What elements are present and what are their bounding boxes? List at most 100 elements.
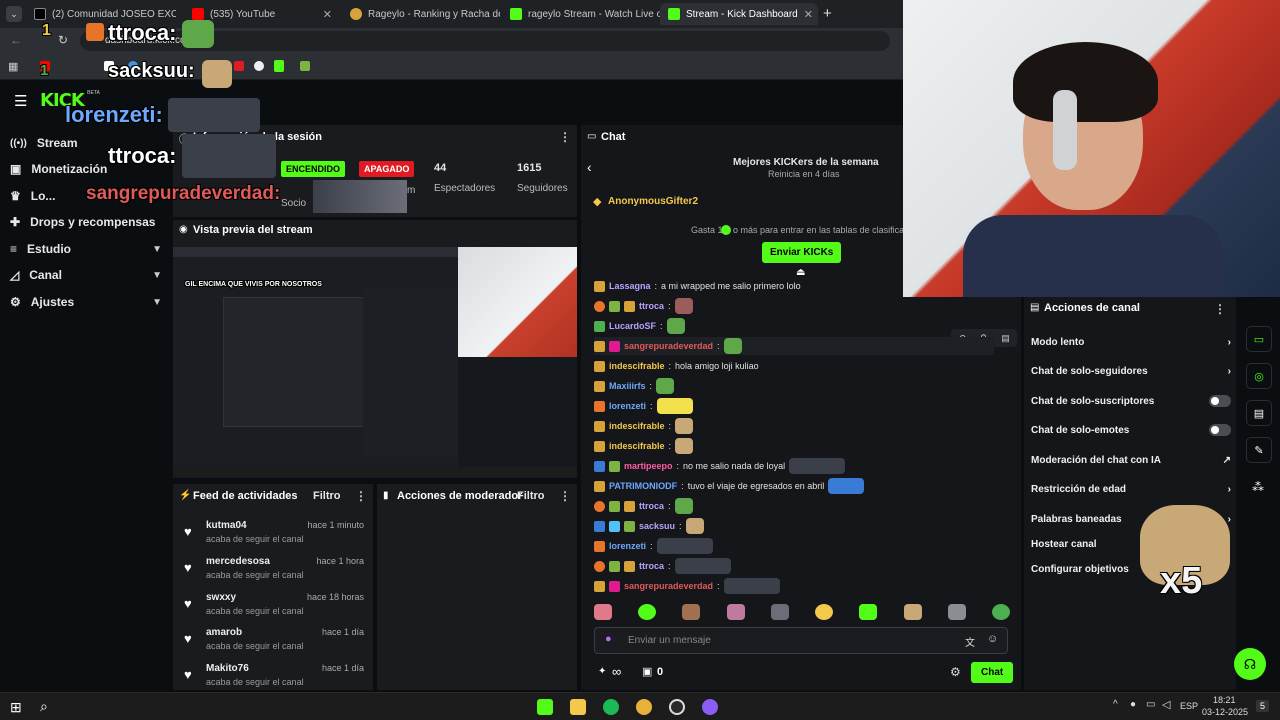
filter-button[interactable]: Filtro (313, 490, 341, 502)
chat-message[interactable]: Maxiiirfs: (594, 377, 675, 395)
emote-image[interactable] (815, 604, 834, 620)
browser-tab[interactable]: Rageylo - Ranking y Racha de s (342, 3, 500, 25)
emote-image[interactable] (682, 604, 701, 620)
send-kicks-button[interactable]: Enviar KICKs (762, 242, 842, 263)
mic-tray-icon[interactable]: ● (1130, 699, 1136, 710)
obs-icon[interactable] (669, 699, 685, 715)
bookmark-kick-icon[interactable] (274, 60, 284, 72)
chat-message[interactable]: sangrepuradeverdad: (594, 577, 780, 595)
chat-username[interactable]: ttroca (639, 501, 664, 511)
browser-tab[interactable]: (2) Comunidad JOSEO EXCLUSIV ✕ (26, 3, 176, 25)
chat-message[interactable]: sacksuu: (594, 517, 704, 535)
broadcast-rail-icon[interactable]: ◎ (1246, 363, 1272, 389)
tray-chevron-icon[interactable]: ^ (1113, 699, 1118, 710)
action-slow-mode[interactable]: Modo lento › (1031, 332, 1231, 352)
chat-input[interactable]: ● Enviar un mensaje 文 ☺ (594, 627, 1008, 654)
sidebar-item-drops[interactable]: ✚ Drops y recompensas (10, 211, 162, 233)
filter-button[interactable]: Filtro (517, 490, 545, 502)
sidebar-item-ajustes[interactable]: ⚙ Ajustes ▼ (10, 291, 162, 313)
spotify-icon[interactable] (603, 699, 619, 715)
reload-icon[interactable]: ↻ (58, 33, 68, 47)
browser-tab[interactable]: rageylo Stream - Watch Live on ✕ (502, 3, 660, 25)
new-tab-icon[interactable]: + (823, 5, 832, 22)
apps-grid-icon[interactable]: ▦ (8, 60, 18, 73)
chat-username[interactable]: lorenzeti (609, 541, 646, 551)
chat-message[interactable]: ttroca: (594, 497, 693, 515)
action-emotes-only[interactable]: Chat de solo-emotes (1031, 420, 1231, 440)
network-icon[interactable]: ▭ (1146, 699, 1155, 710)
chat-username[interactable]: lorenzeti (609, 401, 646, 411)
emote-image[interactable] (638, 604, 657, 620)
chat-username[interactable]: ttroca (639, 301, 664, 311)
stream-preview-video[interactable]: GIL ENCIMA QUE VIVIS POR NOSOTROS (173, 247, 577, 475)
chat-username[interactable]: indescifrable (609, 421, 665, 431)
sidebar-item-estudio[interactable]: ≡ Estudio ▼ (10, 238, 162, 260)
chat-username[interactable]: indescifrable (609, 441, 665, 451)
bookmark-icon[interactable] (300, 61, 310, 71)
url-field[interactable]: dashboard.kick.com (80, 31, 890, 51)
chat-username[interactable]: sangrepuradeverdad (624, 341, 713, 351)
close-tab-icon[interactable]: ✕ (323, 8, 332, 21)
bookmark-icon[interactable] (254, 61, 264, 71)
bookmark-icon[interactable] (128, 61, 138, 71)
chat-message[interactable]: LucardoSF: (594, 317, 685, 335)
notification-badge[interactable]: 5 (1256, 700, 1270, 712)
chat-message[interactable]: Lassagna: a mi wrapped me salio primero … (594, 277, 801, 295)
chat-message[interactable]: lorenzeti: (594, 537, 713, 555)
browser-tab[interactable]: (535) YouTube ✕ (184, 3, 340, 25)
chat-username[interactable]: Lassagna (609, 281, 651, 291)
chat-username[interactable]: LucardoSF (609, 321, 656, 331)
gift-box-icon[interactable]: ▣ (642, 665, 652, 678)
chat-username[interactable]: sacksuu (639, 521, 675, 531)
translate-icon[interactable]: 文 (965, 634, 975, 649)
emote-image[interactable] (903, 604, 922, 620)
chat-username[interactable]: martipeepo (624, 461, 673, 471)
discord-icon[interactable] (702, 699, 718, 715)
chat-username[interactable]: ttroca (639, 561, 664, 571)
chat-message[interactable]: sangrepuradeverdad: (594, 337, 994, 355)
sidebar-item-stream[interactable]: ((•)) Stream (10, 132, 162, 154)
clock-time[interactable]: 18:21 (1213, 695, 1236, 705)
bookmark-icon[interactable] (104, 61, 114, 71)
support-button[interactable]: ☊ (1234, 648, 1266, 680)
subscribers-only-toggle[interactable] (1209, 395, 1231, 407)
chrome-icon[interactable] (636, 699, 652, 715)
more-options-icon[interactable]: ⋮ (559, 489, 571, 503)
wrench-rail-icon[interactable]: ✎ (1246, 437, 1272, 463)
more-options-icon[interactable]: ⋮ (355, 489, 367, 503)
action-subscribers-only[interactable]: Chat de solo-suscriptores (1031, 391, 1231, 411)
chat-message[interactable]: ttroca: (594, 557, 731, 575)
chat-message[interactable]: indescifrable: (594, 437, 694, 455)
back-arrow-icon[interactable]: ‹ (587, 159, 592, 175)
action-followers-only[interactable]: Chat de solo-seguidores › (1031, 361, 1231, 381)
volume-icon[interactable]: ◁ (1162, 698, 1170, 711)
chat-settings-icon[interactable]: ⚙ (950, 665, 961, 679)
more-options-icon[interactable]: ⋮ (1214, 302, 1226, 316)
sidebar-item-monetizacion[interactable]: ▣ Monetización (10, 158, 162, 180)
folder-icon[interactable] (570, 699, 586, 715)
chat-message[interactable]: ttroca: (594, 297, 693, 315)
share-icon[interactable]: ⁂ (1252, 480, 1264, 494)
chat-message[interactable]: indescifrable: hola amigo loji kuliao (594, 357, 759, 375)
kick-logo[interactable]: KICK BETA (40, 90, 100, 111)
clock-date[interactable]: 03-12-2025 (1202, 707, 1248, 717)
chat-username[interactable]: Maxiiirfs (609, 381, 646, 391)
chat-message[interactable]: indescifrable: (594, 417, 694, 435)
action-ai-moderation[interactable]: Moderación del chat con IA ↗ (1031, 450, 1231, 470)
microphone-icon[interactable]: ● (605, 633, 612, 645)
browser-tab-active[interactable]: Stream - Kick Dashboard ✕ (660, 3, 818, 25)
chat-username[interactable]: indescifrable (609, 361, 665, 371)
menu-icon[interactable]: ☰ (14, 92, 27, 110)
chat-message[interactable]: martipeepo: no me salio nada de loyal (594, 457, 846, 475)
emote-image[interactable] (594, 604, 612, 620)
bookmark-icon[interactable] (234, 61, 244, 71)
emote-image[interactable] (991, 604, 1010, 620)
chat-send-button[interactable]: Chat (971, 662, 1014, 683)
back-icon[interactable]: ← (10, 33, 22, 47)
delete-icon[interactable]: ▤ (1001, 333, 1010, 344)
emote-image[interactable] (770, 604, 789, 620)
tab-search-icon[interactable]: ⌄ (6, 6, 22, 22)
store-icon[interactable] (537, 699, 553, 715)
windows-start-icon[interactable]: ⊞ (10, 699, 22, 716)
emote-image[interactable] (947, 604, 966, 620)
